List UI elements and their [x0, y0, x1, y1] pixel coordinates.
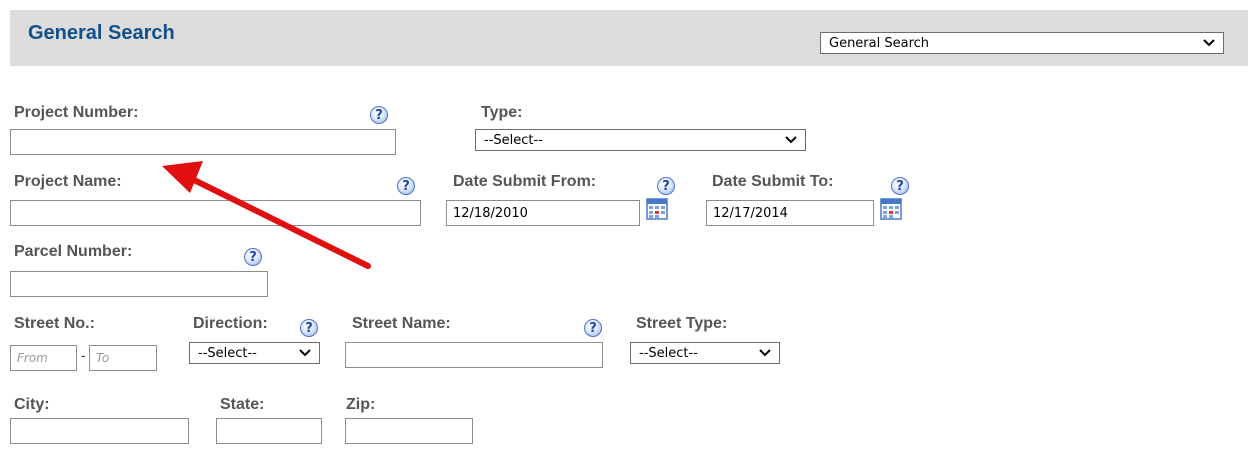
annotation-arrow	[162, 161, 371, 269]
